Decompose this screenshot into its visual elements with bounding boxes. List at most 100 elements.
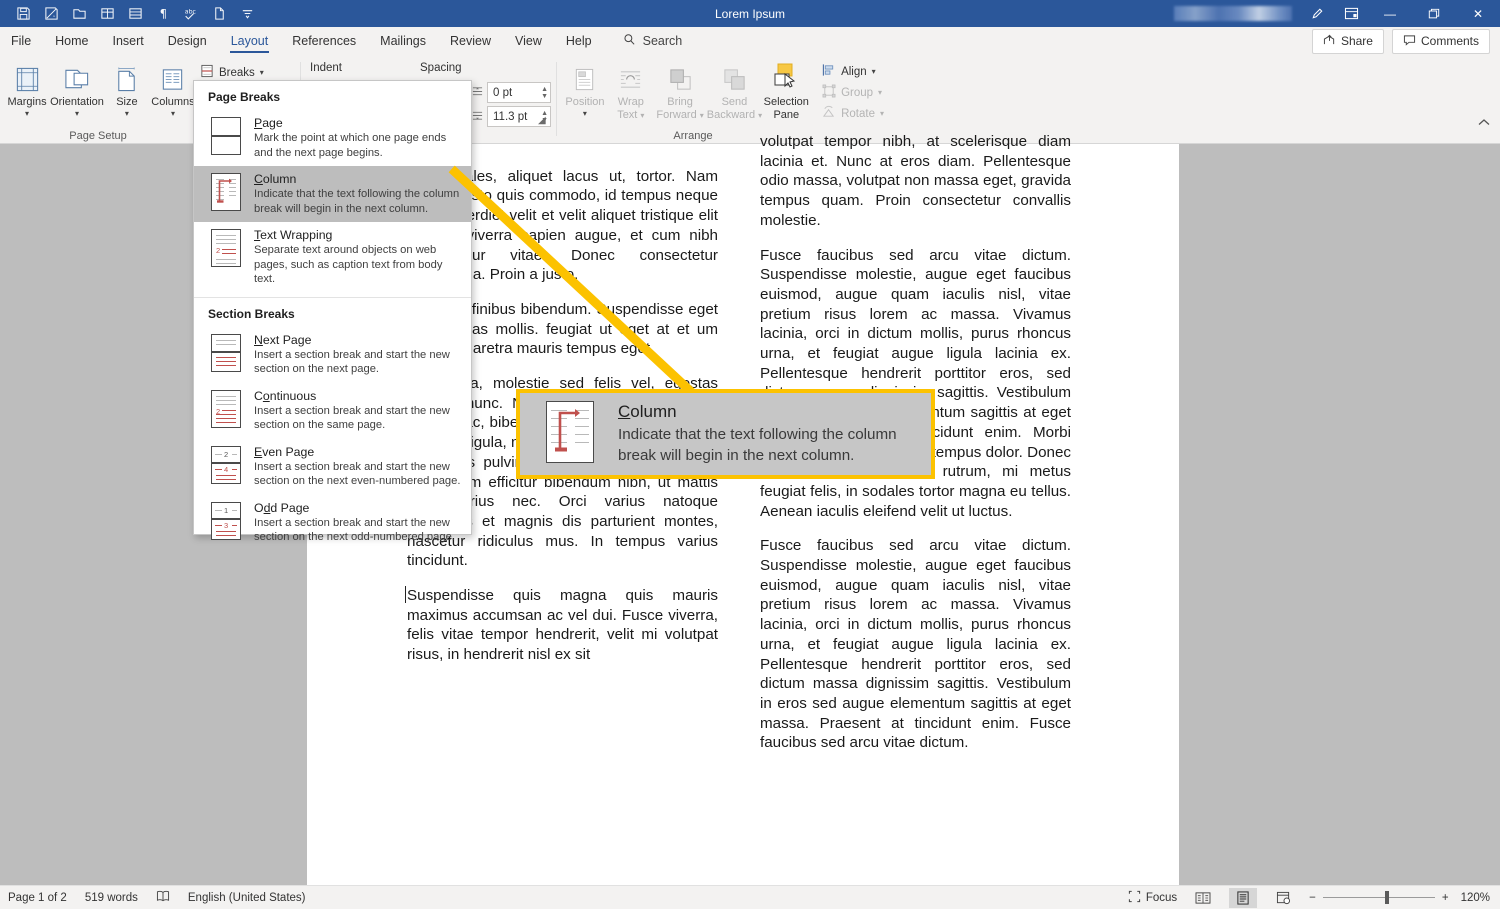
- menu-item-title: Text Wrapping: [254, 228, 333, 242]
- orientation-button[interactable]: Orientation ▾: [50, 56, 104, 118]
- tab-insert[interactable]: Insert: [102, 29, 155, 54]
- chevron-down-icon: ▾: [170, 108, 175, 118]
- rotate-button[interactable]: Rotate ▾: [818, 103, 888, 124]
- ribbon-tab-bar: File Home Insert Design Layout Reference…: [0, 27, 1500, 56]
- ribbon-group-page-setup: Margins ▾ Orientation ▾ Size ▾ Columns ▾…: [0, 56, 196, 144]
- menu-item-title: Even Page: [254, 444, 315, 459]
- print-layout-icon[interactable]: [1229, 887, 1258, 908]
- size-button[interactable]: Size ▾: [104, 56, 150, 118]
- wrap-text-button[interactable]: Wrap Text ▾: [608, 56, 654, 124]
- zoom-track[interactable]: [1322, 891, 1435, 904]
- minimize-button[interactable]: —: [1368, 0, 1412, 27]
- column-break-icon: [546, 401, 600, 467]
- tab-design[interactable]: Design: [157, 29, 218, 54]
- callout-text: Column Indicate that the text following …: [618, 402, 931, 466]
- tab-help[interactable]: Help: [555, 29, 603, 54]
- menu-item-continuous-section[interactable]: 2 Continuous Insert a section break and …: [194, 383, 471, 439]
- zoom-out-button[interactable]: −: [1309, 892, 1316, 904]
- menu-item-desc: Indicate that the text following the col…: [254, 188, 460, 215]
- web-layout-icon[interactable]: [1269, 888, 1297, 908]
- chevron-down-icon: ▾: [124, 108, 129, 118]
- column-right: volutpat tempor nibh, at scelerisque dia…: [760, 133, 1071, 885]
- tab-review[interactable]: Review: [439, 29, 502, 54]
- page-breaks-heading: Page Breaks: [208, 90, 281, 104]
- page-indicator[interactable]: Page 1 of 2: [8, 892, 67, 904]
- menu-item-desc: Insert a section break and start the new…: [254, 348, 450, 376]
- rotate-icon: [822, 105, 836, 122]
- breaks-dropdown-menu[interactable]: Page Breaks › Page Mark the point at whi…: [193, 80, 472, 543]
- comments-button[interactable]: Comments: [1391, 28, 1490, 54]
- tab-file[interactable]: File: [0, 29, 42, 54]
- tab-references[interactable]: References: [281, 29, 367, 54]
- menu-item-desc: Mark the point at which one page ends an…: [254, 132, 447, 159]
- stepper-arrows-icon[interactable]: ▲ ▼: [541, 86, 548, 100]
- position-button[interactable]: Position ▾: [562, 56, 608, 124]
- menu-item-text-wrapping-break[interactable]: 2 Text Wrapping Separate text around obj…: [194, 222, 471, 293]
- chevron-down-icon: ▾: [878, 88, 883, 97]
- menu-item-text: Page Mark the point at which one page en…: [254, 115, 461, 160]
- doc-paragraph: Fusce faucibus sed arcu vitae dictum. Su…: [760, 537, 1071, 752]
- open-folder-icon[interactable]: [66, 3, 92, 25]
- draw-pen-icon[interactable]: [1300, 0, 1334, 27]
- menu-item-column-break[interactable]: Column Indicate that the text following …: [194, 166, 471, 222]
- customize-qat-icon[interactable]: [234, 3, 260, 25]
- tab-home[interactable]: Home: [44, 29, 99, 54]
- bring-forward-button[interactable]: Bring Forward ▾: [654, 56, 707, 124]
- send-backward-label: Send Backward ▾: [706, 96, 763, 121]
- autosave-icon[interactable]: [38, 3, 64, 25]
- menu-item-next-page-section[interactable]: › Next Page Insert a section break and s…: [194, 327, 471, 383]
- bring-forward-label: Bring Forward ▾: [656, 96, 704, 121]
- word-count[interactable]: 519 words: [85, 892, 138, 904]
- tab-layout[interactable]: Layout: [220, 29, 280, 54]
- share-button[interactable]: Share: [1311, 28, 1384, 54]
- search-box[interactable]: Search: [623, 33, 682, 49]
- proofing-icon[interactable]: [156, 890, 170, 906]
- save-icon[interactable]: [10, 3, 36, 25]
- margins-button[interactable]: Margins ▾: [4, 56, 50, 118]
- quick-access-toolbar: ¶ abc: [0, 3, 260, 25]
- tab-view[interactable]: View: [504, 29, 553, 54]
- group-button[interactable]: Group ▾: [818, 82, 888, 103]
- menu-item-desc: Separate text around objects on web page…: [254, 244, 443, 285]
- selection-pane-icon: [772, 61, 800, 93]
- menu-item-even-page-section[interactable]: 2 4 Even Page Insert a section break and…: [194, 439, 471, 495]
- list-icon[interactable]: [122, 3, 148, 25]
- menu-item-title: Continuous: [254, 388, 317, 403]
- spacing-after-value: 11.3 pt: [493, 110, 528, 123]
- spelling-icon[interactable]: abc: [178, 3, 204, 25]
- wrap-text-label: Wrap Text ▾: [617, 96, 645, 121]
- zoom-thumb[interactable]: [1384, 891, 1389, 904]
- close-button[interactable]: ✕: [1456, 0, 1500, 27]
- language-indicator[interactable]: English (United States): [188, 892, 306, 904]
- send-backward-button[interactable]: Send Backward ▾: [706, 56, 762, 124]
- zoom-in-button[interactable]: +: [1442, 892, 1449, 904]
- focus-button[interactable]: Focus: [1128, 890, 1177, 906]
- chevron-down-icon: ▾: [879, 109, 884, 118]
- callout-desc: Indicate that the text following the col…: [618, 426, 897, 464]
- selection-pane-button[interactable]: Selection Pane: [763, 56, 811, 124]
- status-bar: Page 1 of 2 519 words English (United St…: [0, 885, 1500, 909]
- read-mode-icon[interactable]: [1189, 888, 1217, 908]
- menu-item-desc: Insert a section break and start the new…: [254, 516, 455, 544]
- columns-button[interactable]: Columns ▾: [150, 56, 196, 118]
- zoom-level[interactable]: 120%: [1461, 892, 1490, 904]
- align-icon: [822, 63, 836, 80]
- comment-icon: [1403, 34, 1416, 49]
- zoom-slider[interactable]: − +: [1309, 891, 1449, 904]
- new-doc-icon[interactable]: [206, 3, 232, 25]
- spacing-before-input[interactable]: 0 pt ▲ ▼: [487, 82, 551, 103]
- menu-item-text: Column Indicate that the text following …: [254, 171, 461, 216]
- paragraph-dialog-launcher[interactable]: ◢: [538, 115, 546, 126]
- menu-item-text: Next Page Insert a section break and sta…: [254, 332, 461, 377]
- ribbon-display-options-icon[interactable]: [1334, 0, 1368, 27]
- table-icon[interactable]: [94, 3, 120, 25]
- menu-item-page-break[interactable]: › Page Mark the point at which one page …: [194, 110, 471, 166]
- menu-item-odd-page-section[interactable]: 1 3 Odd Page Insert a section break and …: [194, 495, 471, 551]
- tab-mailings[interactable]: Mailings: [369, 29, 437, 54]
- focus-label: Focus: [1145, 891, 1178, 904]
- user-account-name[interactable]: [1174, 6, 1292, 21]
- align-button[interactable]: Align ▾: [818, 61, 888, 82]
- pilcrow-icon[interactable]: ¶: [150, 3, 176, 25]
- restore-button[interactable]: [1412, 0, 1456, 27]
- collapse-ribbon-button[interactable]: [1478, 118, 1490, 130]
